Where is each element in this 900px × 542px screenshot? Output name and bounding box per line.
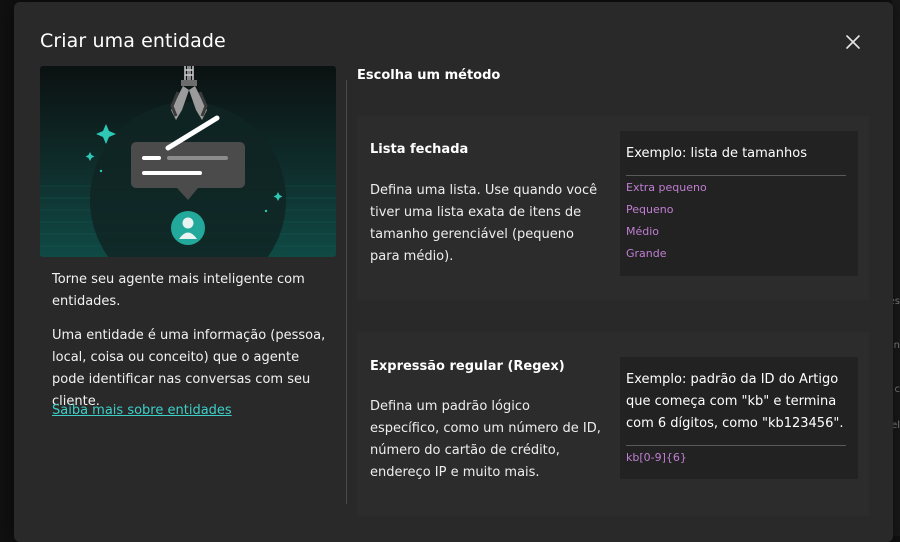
- left-headline: Torne seu agente mais inteligente com en…: [52, 272, 305, 309]
- closed-list-card[interactable]: Lista fechada Defina uma lista. Use quan…: [357, 116, 869, 300]
- regex-title: Expressão regular (Regex): [370, 359, 565, 374]
- learn-more-link[interactable]: Saiba mais sobre entidades: [52, 403, 232, 418]
- entity-illustration: [40, 66, 336, 257]
- example-item: Pequeno: [626, 203, 674, 216]
- choose-method-heading: Escolha um método: [357, 68, 501, 83]
- closed-list-example: Exemplo: lista de tamanhos Extra pequeno…: [620, 131, 858, 276]
- regex-example-title: Exemplo: padrão da ID do Artigo que come…: [626, 372, 844, 431]
- closed-list-title: Lista fechada: [370, 142, 469, 157]
- example-item: kb[0-9]{6}: [626, 451, 687, 464]
- closed-list-example-title: Exemplo: lista de tamanhos: [626, 146, 807, 161]
- regex-description: Defina um padrão lógico específico, como…: [370, 399, 601, 480]
- example-item: Extra pequeno: [626, 181, 707, 194]
- background-page-edge: es n c el: [889, 0, 900, 536]
- closed-list-description: Defina uma lista. Use quando você tiver …: [370, 183, 598, 264]
- close-icon[interactable]: [844, 33, 862, 51]
- dialog-title: Criar uma entidade: [40, 30, 226, 52]
- regex-card[interactable]: Expressão regular (Regex) Defina um padr…: [357, 332, 869, 516]
- vertical-divider: [346, 80, 347, 504]
- example-item: Médio: [626, 225, 660, 238]
- example-item: Grande: [626, 247, 667, 260]
- create-entity-dialog: Criar uma entidade Torne seu agente mais…: [14, 2, 893, 542]
- left-body: Uma entidade é uma informação (pessoa, l…: [52, 328, 326, 409]
- regex-example: Exemplo: padrão da ID do Artigo que come…: [620, 357, 858, 479]
- example-separator: [626, 445, 846, 446]
- example-separator: [626, 175, 846, 176]
